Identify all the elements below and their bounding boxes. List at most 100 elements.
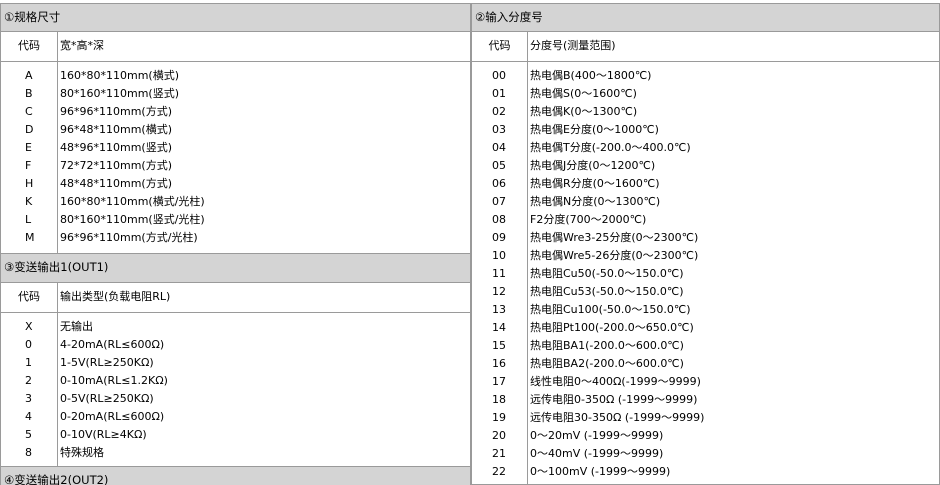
table-row: 10 热电偶Wre5-26分度(0～2300℃) <box>472 247 939 265</box>
row-description: 80*160*110mm(竖式) <box>60 87 180 100</box>
table-row: 20 0～20mV (-1999～9999) <box>472 427 939 445</box>
table-row: B 80*160*110mm(竖式) <box>1 85 470 103</box>
section-header-size: ①规格尺寸 <box>0 3 471 32</box>
row-description: 48*96*110mm(竖式) <box>60 141 173 154</box>
row-code: C <box>25 105 33 118</box>
row-description: 热电偶T分度(-200.0～400.0℃) <box>530 141 691 154</box>
output1-table-body: X 无输出 0 4-20mA(RL≤600Ω) 1 1-5V(RL≥250KΩ) 2 0-10… <box>0 313 471 466</box>
section-header-output2: ④变送输出2(OUT2) <box>0 466 471 485</box>
table-row: 07 热电偶N分度(0～1300℃) <box>472 193 939 211</box>
right-panel: ②输入分度号 代码 分度号(测量范围) 00 热电偶B(400～1800℃) 01 热… <box>471 0 940 485</box>
row-code: 0 <box>25 338 32 351</box>
row-code: 05 <box>492 159 506 172</box>
row-code: 01 <box>492 87 506 100</box>
row-description: 热电偶R分度(0～1600℃) <box>530 177 660 190</box>
row-code: X <box>25 320 33 333</box>
row-description: 0-10mA(RL≤1.2KΩ) <box>60 374 168 387</box>
row-code: 12 <box>492 285 506 298</box>
table-row: 17 线性电阻0～400Ω(-1999～9999) <box>472 373 939 391</box>
table-row: 14 热电阻Pt100(-200.0～650.0℃) <box>472 319 939 337</box>
row-code: 07 <box>492 195 506 208</box>
row-code: 02 <box>492 105 506 118</box>
row-code: 18 <box>492 393 506 406</box>
table-row: 16 热电阻BA2(-200.0～600.0℃) <box>472 355 939 373</box>
row-description: 热电阻BA1(-200.0～600.0℃) <box>530 339 684 352</box>
table-row: A 160*80*110mm(横式) <box>1 67 470 85</box>
table-row: K 160*80*110mm(横式/光柱) <box>1 193 470 211</box>
table-row: 8 特殊规格 <box>1 444 470 462</box>
row-code: 2 <box>25 374 32 387</box>
row-description: 热电偶K(0～1300℃) <box>530 105 638 118</box>
table-row: M 96*96*110mm(方式/光柱) <box>1 229 470 247</box>
row-description: 热电偶B(400～1800℃) <box>530 69 652 82</box>
row-code: M <box>25 231 35 244</box>
table-row: 01 热电偶S(0～1600℃) <box>472 85 939 103</box>
table-row: C 96*96*110mm(方式) <box>1 103 470 121</box>
table-row: 5 0-10V(RL≥4KΩ) <box>1 426 470 444</box>
column-header-range: 分度号(测量范围) <box>530 39 616 52</box>
row-description: 0-10V(RL≥4KΩ) <box>60 428 147 441</box>
left-panel: ①规格尺寸 代码 宽*高*深 A 160*80*110mm(横式) B 80*160*… <box>0 0 471 485</box>
row-code: 17 <box>492 375 506 388</box>
table-row: 13 热电阻Cu100(-50.0～150.0℃) <box>472 301 939 319</box>
column-header-code: 代码 <box>1 32 58 61</box>
table-row: 04 热电偶T分度(-200.0～400.0℃) <box>472 139 939 157</box>
row-code: L <box>25 213 32 226</box>
table-row: 21 0～40mV (-1999～9999) <box>472 445 939 463</box>
row-description: 0-20mA(RL≤600Ω) <box>60 410 165 423</box>
table-row: 02 热电偶K(0～1300℃) <box>472 103 939 121</box>
row-code: 4 <box>25 410 32 423</box>
row-description: 0～100mV (-1999～9999) <box>530 465 671 478</box>
table-row: 3 0-5V(RL≥250KΩ) <box>1 390 470 408</box>
table-row: 4 0-20mA(RL≤600Ω) <box>1 408 470 426</box>
row-description: 0～20mV (-1999～9999) <box>530 429 664 442</box>
row-description: 热电阻Cu53(-50.0～150.0℃) <box>530 285 684 298</box>
row-description: 热电偶Wre5-26分度(0～2300℃) <box>530 249 699 262</box>
table-row: 11 热电阻Cu50(-50.0～150.0℃) <box>472 265 939 283</box>
row-code: 09 <box>492 231 506 244</box>
table-row: 15 热电阻BA1(-200.0～600.0℃) <box>472 337 939 355</box>
column-header-code: 代码 <box>1 283 58 312</box>
row-description: 热电偶S(0～1600℃) <box>530 87 637 100</box>
row-description: 96*48*110mm(横式) <box>60 123 173 136</box>
row-description: 4-20mA(RL≤600Ω) <box>60 338 165 351</box>
row-description: 96*96*110mm(方式/光柱) <box>60 231 198 244</box>
table-row: 06 热电偶R分度(0～1600℃) <box>472 175 939 193</box>
row-code: 22 <box>492 465 506 478</box>
row-code: 5 <box>25 428 32 441</box>
input-table-header: 代码 分度号(测量范围) <box>471 32 940 62</box>
row-code: 8 <box>25 446 32 459</box>
table-row: 03 热电偶E分度(0～1000℃) <box>472 121 939 139</box>
row-code: 15 <box>492 339 506 352</box>
table-row: L 80*160*110mm(竖式/光柱) <box>1 211 470 229</box>
table-row: 12 热电阻Cu53(-50.0～150.0℃) <box>472 283 939 301</box>
row-description: 1-5V(RL≥250KΩ) <box>60 356 154 369</box>
table-row: 18 远传电阻0-350Ω (-1999～9999) <box>472 391 939 409</box>
row-code: 13 <box>492 303 506 316</box>
column-header-code: 代码 <box>472 32 528 61</box>
row-code: K <box>25 195 33 208</box>
row-code: 1 <box>25 356 32 369</box>
row-code: F <box>25 159 32 172</box>
table-row: X 无输出 <box>1 318 470 336</box>
row-description: 80*160*110mm(竖式/光柱) <box>60 213 205 226</box>
row-code: B <box>25 87 33 100</box>
row-description: 热电偶Wre3-25分度(0～2300℃) <box>530 231 699 244</box>
table-row: 09 热电偶Wre3-25分度(0～2300℃) <box>472 229 939 247</box>
row-description: 160*80*110mm(横式/光柱) <box>60 195 205 208</box>
table-row: 22 0～100mV (-1999～9999) <box>472 463 939 481</box>
row-description: 远传电阻30-350Ω (-1999～9999) <box>530 411 705 424</box>
row-description: 72*72*110mm(方式) <box>60 159 173 172</box>
section-header-output1: ③变送输出1(OUT1) <box>0 253 471 283</box>
row-description: 线性电阻0～400Ω(-1999～9999) <box>530 375 701 388</box>
row-code: 06 <box>492 177 506 190</box>
table-row: 2 0-10mA(RL≤1.2KΩ) <box>1 372 470 390</box>
row-description: 远传电阻0-350Ω (-1999～9999) <box>530 393 698 406</box>
table-row: D 96*48*110mm(横式) <box>1 121 470 139</box>
column-header-dimensions: 宽*高*深 <box>60 39 104 52</box>
row-description: 热电偶J分度(0～1200℃) <box>530 159 656 172</box>
size-table-header: 代码 宽*高*深 <box>0 32 471 62</box>
row-description: 无输出 <box>60 320 93 333</box>
table-row: 0 4-20mA(RL≤600Ω) <box>1 336 470 354</box>
row-description: 0-5V(RL≥250KΩ) <box>60 392 154 405</box>
